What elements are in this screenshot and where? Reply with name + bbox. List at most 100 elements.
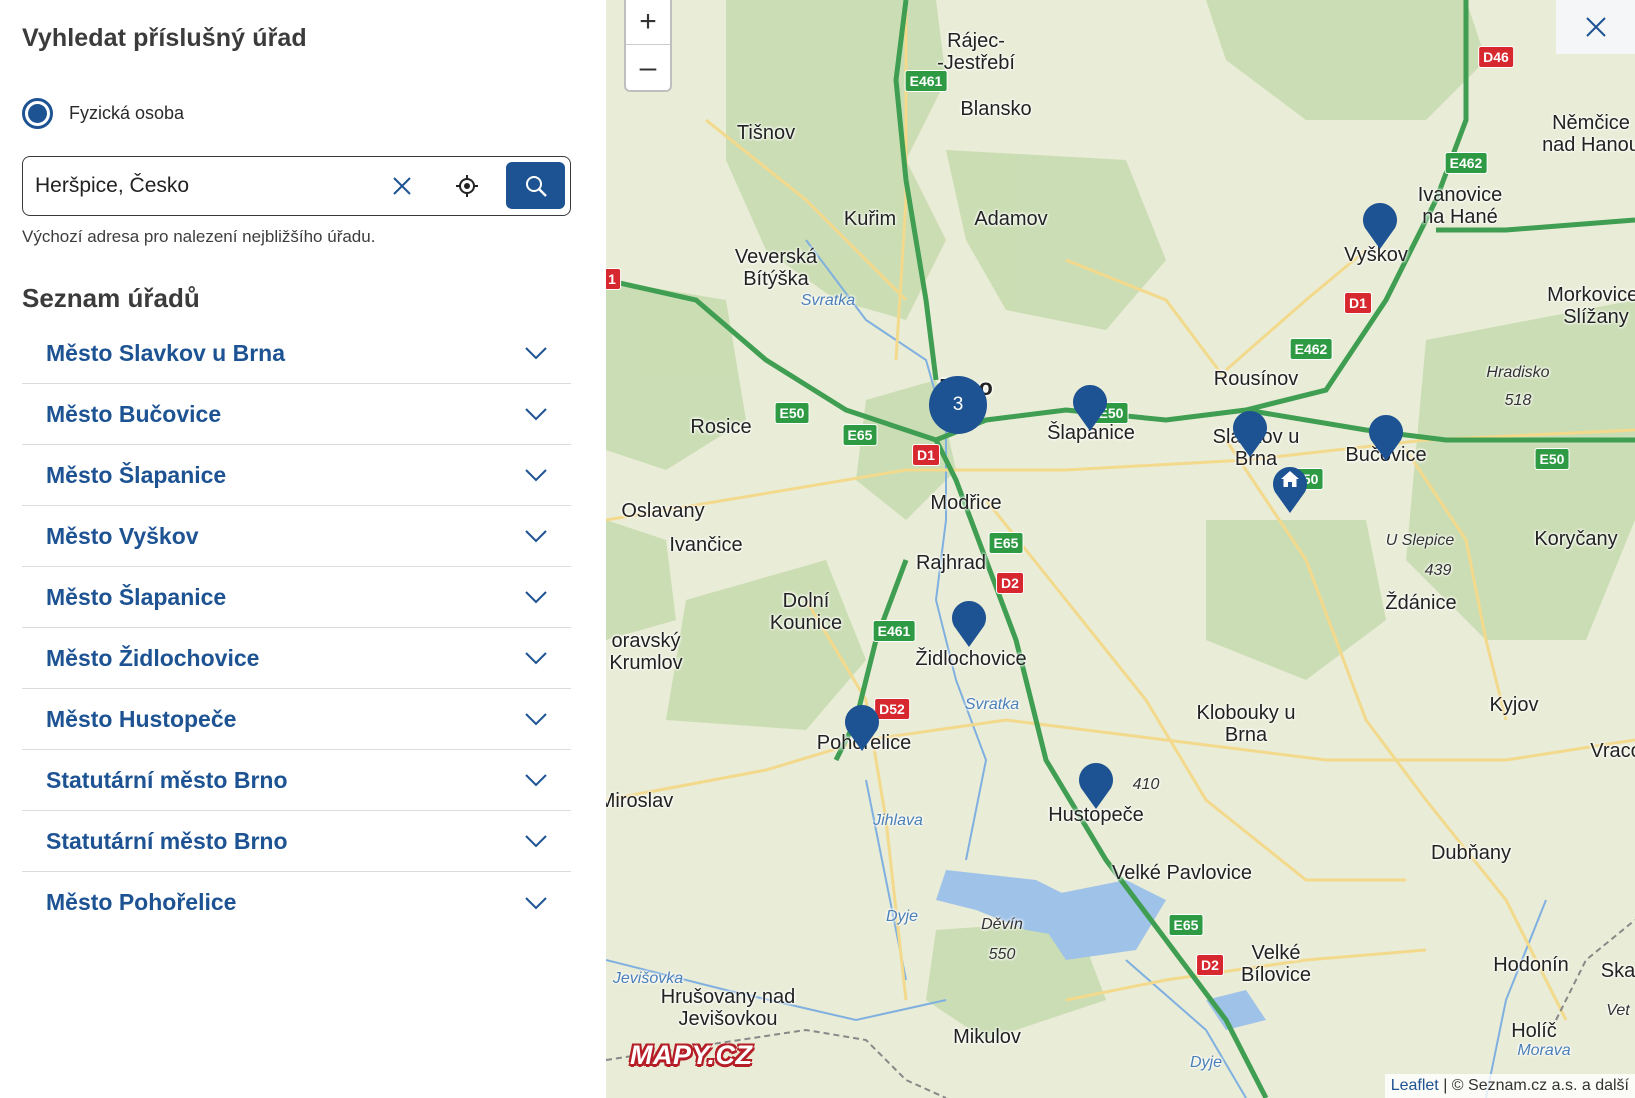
chevron-down-icon — [525, 591, 547, 604]
road-shield: D46 — [1478, 46, 1514, 68]
road-shield: E461 — [904, 70, 948, 92]
clear-button[interactable] — [387, 171, 417, 201]
place-label-zdanice: Ždánice — [1385, 592, 1457, 614]
place-label-oslavany: Oslavany — [621, 500, 705, 522]
office-name: Město Bučovice — [46, 400, 222, 427]
place-label-ivanovice: Ivanovice na Hané — [1417, 184, 1503, 228]
address-input[interactable] — [35, 157, 375, 214]
office-item[interactable]: Město Šlapanice — [22, 567, 571, 628]
place-label-hradisko: Hradisko — [1486, 364, 1550, 381]
road-shield: E50 — [774, 402, 810, 424]
leaflet-link[interactable]: Leaflet — [1391, 1077, 1439, 1094]
place-label-morkovice: Morkovice-Slížany — [1547, 284, 1635, 328]
zoom-out-button[interactable]: – — [626, 45, 670, 90]
chevron-down-icon — [525, 896, 547, 909]
radio-selected-dot — [28, 104, 47, 123]
place-label-ska: Ska — [1600, 960, 1635, 982]
zoom-in-button[interactable]: + — [626, 0, 670, 45]
close-icon — [393, 177, 411, 195]
search-button[interactable] — [506, 162, 565, 209]
radio-button[interactable] — [22, 98, 53, 129]
road-shield: D2 — [1196, 954, 1224, 976]
office-item[interactable]: Město Slavkov u Brna — [22, 323, 571, 384]
office-search-panel: Vyhledat příslušný úřad Fyzická osoba Vý… — [0, 0, 605, 1098]
panel-title: Vyhledat příslušný úřad — [22, 24, 307, 52]
office-marker[interactable] — [843, 700, 881, 752]
home-marker[interactable] — [1271, 462, 1309, 514]
river-label-jihlava: Jihlava — [873, 812, 923, 829]
office-item[interactable]: Město Pohořelice — [22, 872, 571, 933]
crosshair-icon — [456, 175, 478, 197]
river-label-svratka: Svratka — [800, 292, 856, 309]
place-label-adamov: Adamov — [974, 208, 1048, 230]
place-label-alt-410: 410 — [1132, 776, 1160, 793]
road-shield: E65 — [1168, 914, 1204, 936]
marker-cluster[interactable]: 3 — [929, 376, 987, 434]
place-label-velke-pavlovice: Velké Pavlovice — [1111, 862, 1253, 884]
place-label-klobouky: Klobouky u Brna — [1196, 702, 1296, 746]
road-shield: E462 — [1289, 338, 1333, 360]
office-marker[interactable] — [1367, 410, 1405, 462]
place-label-devin: Děvín — [981, 916, 1023, 933]
place-label-tisnov: Tišnov — [736, 122, 796, 144]
place-label-rousinov: Rousínov — [1213, 368, 1299, 390]
office-marker[interactable] — [1077, 758, 1115, 810]
place-label-kyjov: Kyjov — [1489, 694, 1539, 716]
place-label-rajhrad: Rajhrad — [915, 552, 987, 574]
place-label-nemcice: Němčice nad Hanou — [1542, 112, 1635, 156]
office-marker[interactable] — [950, 596, 988, 648]
office-item[interactable]: Město Bučovice — [22, 384, 571, 445]
place-label-blansko: Blansko — [960, 98, 1032, 120]
office-marker[interactable] — [1071, 380, 1109, 432]
office-item[interactable]: Město Vyškov — [22, 506, 571, 567]
office-name: Město Pohořelice — [46, 889, 237, 915]
place-label-miroslav: Miroslav — [606, 790, 674, 812]
chevron-down-icon — [525, 713, 547, 726]
office-name: Statutární město Brno — [46, 766, 288, 793]
map-view[interactable]: Rájec- -Jestřebí Blansko Tišnov Kuřim Ad… — [606, 0, 1635, 1098]
search-icon — [525, 175, 547, 197]
place-label-dubnany: Dubňany — [1430, 842, 1512, 864]
office-item[interactable]: Statutární město Brno — [22, 750, 571, 811]
river-label-dyje: Dyje — [885, 908, 919, 925]
close-map-button[interactable] — [1556, 0, 1635, 54]
office-name: Město Židlochovice — [46, 644, 260, 671]
office-item[interactable]: Město Šlapanice — [22, 445, 571, 506]
place-label-moravsky-krumlov: oravský Krumlov — [609, 630, 683, 674]
road-shield: E65 — [842, 424, 878, 446]
office-list-title: Seznam úřadů — [22, 283, 200, 313]
zoom-control: + – — [624, 0, 672, 92]
office-name: Město Vyškov — [46, 522, 199, 549]
road-shield: E462 — [1444, 152, 1488, 174]
chevron-down-icon — [525, 774, 547, 787]
river-label-svratka-2: Svratka — [964, 696, 1020, 713]
office-item[interactable]: Město Hustopeče — [22, 689, 571, 750]
road-shield: D1 — [1344, 292, 1372, 314]
locate-button[interactable] — [452, 171, 482, 201]
office-item[interactable]: Město Židlochovice — [22, 628, 571, 689]
place-label-vracov: Vraco — [1590, 740, 1635, 762]
road-shield: E50 — [1534, 448, 1570, 470]
chevron-down-icon — [525, 835, 547, 848]
office-marker[interactable] — [1231, 406, 1269, 458]
place-label-hodonin: Hodonín — [1493, 954, 1569, 976]
river-label-jevisovka: Jevišovka — [612, 970, 684, 987]
place-label-veverska: Veverská Bítýška — [734, 246, 818, 290]
place-label-zidlochovice: Židlochovice — [915, 648, 1027, 670]
chevron-down-icon — [525, 469, 547, 482]
chevron-down-icon — [525, 408, 547, 421]
office-marker[interactable] — [1361, 198, 1399, 250]
chevron-down-icon — [525, 347, 547, 360]
place-label-u-slepice-alt: 439 — [1424, 562, 1452, 579]
office-item[interactable]: Statutární město Brno — [22, 811, 571, 872]
place-label-dolni-kounice: Dolní Kounice — [769, 590, 843, 634]
person-type-radio[interactable]: Fyzická osoba — [22, 98, 184, 129]
place-label-devin-alt: 550 — [988, 946, 1016, 963]
search-helper-text: Výchozí adresa pro nalezení nejbližšího … — [22, 227, 376, 246]
office-name: Město Hustopeče — [46, 705, 237, 732]
place-label-modrice: Modřice — [930, 492, 1002, 514]
place-label-kurim: Kuřim — [843, 208, 897, 230]
close-icon — [1585, 17, 1606, 37]
place-label-ivancice: Ivančice — [669, 534, 743, 556]
radio-label: Fyzická osoba — [69, 103, 185, 123]
